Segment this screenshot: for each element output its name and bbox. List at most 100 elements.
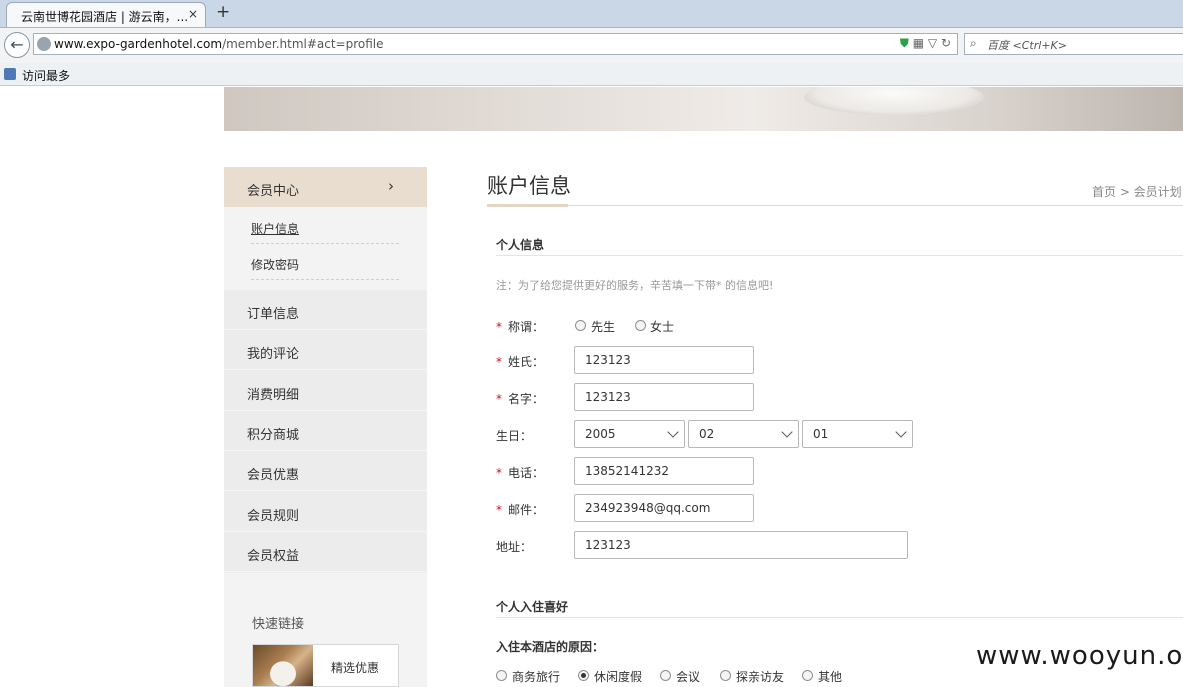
breadcrumb[interactable]: 首页 > 会员计划 > [1092,183,1183,200]
address-bar[interactable]: www.expo-gardenhotel.com/member.html#act… [33,33,958,55]
radio-leisure[interactable] [578,670,589,681]
phone-input[interactable]: 13852141232 [574,457,754,485]
phone-label-text: 电话： [508,466,545,480]
title-accent-bar [487,204,568,207]
required-mark: * [496,392,502,406]
url-domain: www.expo-gardenhotel.com [54,37,223,51]
form-note: 注：为了给您提供更好的服务，辛苦填一下带* 的信息吧! [496,279,774,292]
required-mark: * [496,355,502,369]
sidebar-item-member-rights[interactable]: 会员权益 [224,532,427,572]
sidebar-item-label: 我的评论 [247,347,300,362]
email-label: * 邮件： [496,501,544,518]
surname-label-text: 姓氏： [508,355,545,369]
search-placeholder: 百度 <Ctrl+K> [987,39,1067,52]
browser-tab[interactable]: 云南世博花园酒店 | 游云南，... × [6,2,206,27]
birthday-month-value: 02 [699,427,715,441]
sidebar-header-label: 会员中心 [247,184,300,199]
birthday-month-select[interactable]: 02 [688,420,799,448]
sidebar-subitem-change-password[interactable]: 修改密码 [251,245,399,280]
address-bar-icons[interactable]: ⛊ ▦ ▽ ↻ [900,36,951,51]
chevron-down-icon [781,426,793,438]
required-mark: * [496,466,502,480]
back-button[interactable]: ← [4,32,30,58]
plate-image [804,87,984,115]
sidebar-item-label: 消费明细 [247,388,300,403]
phone-label: * 电话： [496,464,544,481]
section-title-stay-preferences: 个人入住喜好 [496,600,569,614]
birthday-day-select[interactable]: 01 [802,420,913,448]
radio-visiting-family[interactable] [720,670,731,681]
quick-link-label: 精选优惠 [331,661,380,675]
sidebar-header-member-center[interactable]: 会员中心 › [224,167,427,207]
sidebar-item-points-mall[interactable]: 积分商城 [224,411,427,451]
sidebar-subitem-account-info[interactable]: 账户信息 [251,209,399,244]
sidebar-item-member-offers[interactable]: 会员优惠 [224,451,427,491]
bookmark-icon [4,68,16,80]
quick-link-featured-offers[interactable]: 精选优惠 [252,644,399,687]
browser-tab-bar: 云南世博花园酒店 | 游云南，... × + [0,0,1183,27]
toolbar-icons[interactable]: ▦ ▽ ↻ [913,36,951,50]
member-sidebar: 会员中心 › 账户信息 修改密码 订单信息 我的评论 消费明细 积分商城 会员优… [224,167,427,687]
radio-mr[interactable] [575,320,586,331]
radio-ms[interactable] [635,320,646,331]
sidebar-item-label: 会员规则 [247,509,300,524]
bookmark-most-visited[interactable]: 访问最多 [22,67,70,84]
radio-business-travel[interactable] [496,670,507,681]
bookmarks-bar: 访问最多 [0,63,1183,86]
stay-reason-label: 入住本酒店的原因： [496,640,605,654]
url-text[interactable]: www.expo-gardenhotel.com/member.html#act… [54,37,384,51]
chevron-down-icon [895,426,907,438]
surname-input[interactable]: 123123 [574,346,754,374]
section-title-personal-info: 个人信息 [496,238,545,252]
watermark: www.wooyun.org [976,641,1183,671]
radio-leisure-label[interactable]: 休闲度假 [594,668,642,685]
quick-links-title: 快速链接 [252,617,305,632]
food-thumbnail-image [253,645,313,686]
radio-mr-label[interactable]: 先生 [591,318,615,335]
salutation-label-text: 称谓： [508,320,545,334]
sidebar-item-spending[interactable]: 消费明细 [224,371,427,411]
email-input[interactable]: 234923948@qq.com [574,494,754,522]
shield-icon[interactable]: ⛊ [900,36,909,50]
address-input[interactable]: 123123 [574,531,908,559]
page-title: 账户信息 [487,174,571,198]
search-icon: ⌕ [970,36,977,50]
birthday-year-select[interactable]: 2005 [574,420,685,448]
section-divider [496,617,1183,618]
address-label: 地址： [496,540,533,554]
birthday-day-value: 01 [813,427,829,441]
sidebar-item-label: 会员优惠 [247,468,300,483]
radio-ms-label[interactable]: 女士 [650,318,674,335]
sidebar-item-label: 订单信息 [247,307,300,322]
surname-label: * 姓氏： [496,353,544,370]
tab-title: 云南世博花园酒店 | 游云南，... [21,10,189,24]
browser-nav-bar: ← www.expo-gardenhotel.com/member.html#a… [0,27,1183,63]
radio-business-travel-label[interactable]: 商务旅行 [512,668,560,685]
sidebar-subitem-label: 账户信息 [251,222,300,236]
sidebar-item-member-rules[interactable]: 会员规则 [224,492,427,532]
given-name-input[interactable]: 123123 [574,383,754,411]
radio-meeting-label[interactable]: 会议 [676,668,700,685]
sidebar-item-label: 会员权益 [247,549,300,564]
given-name-label: * 名字： [496,390,544,407]
required-mark: * [496,320,502,334]
radio-other[interactable] [802,670,813,681]
quick-links: 快速链接 精选优惠 [224,573,427,687]
radio-visiting-family-label[interactable]: 探亲访友 [736,668,784,685]
salutation-label: * 称谓： [496,318,544,335]
close-tab-icon[interactable]: × [188,7,198,21]
sidebar-item-orders[interactable]: 订单信息 [224,290,427,330]
search-box[interactable]: ⌕ 百度 <Ctrl+K> [964,33,1183,55]
required-mark: * [496,503,502,517]
radio-other-label[interactable]: 其他 [818,668,842,685]
chevron-right-icon: › [388,177,394,195]
url-path: /member.html#act=profile [222,37,384,51]
section-divider [496,255,1183,256]
sidebar-item-reviews[interactable]: 我的评论 [224,330,427,370]
birthday-label: 生日： [496,429,533,443]
title-divider [487,205,1183,206]
email-label-text: 邮件： [508,503,545,517]
globe-icon [37,37,51,51]
new-tab-button[interactable]: + [216,2,230,22]
radio-meeting[interactable] [660,670,671,681]
